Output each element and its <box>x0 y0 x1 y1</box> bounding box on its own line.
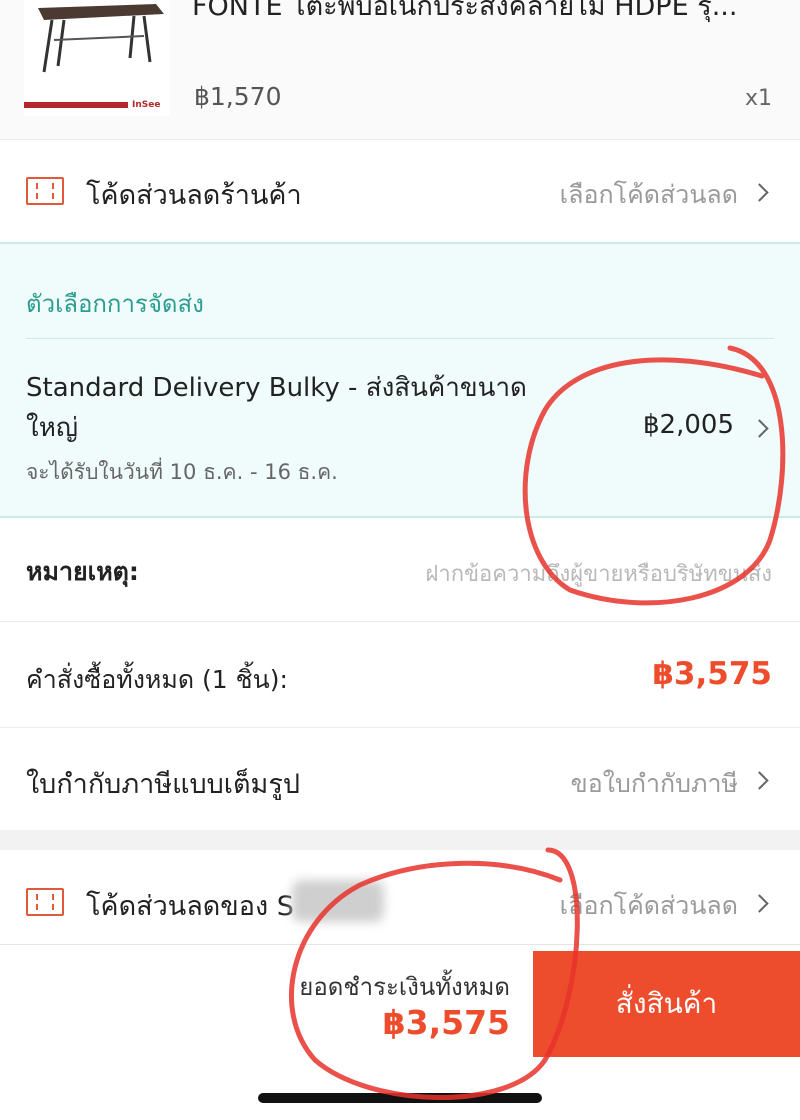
product-item[interactable]: InSee FONTE โต๊ะพับอเนกประสงค์ลายไม้ HDP… <box>0 0 800 140</box>
note-input[interactable]: ฝากข้อความถึงผู้ขายหรือบริษัทขนส่ง <box>425 556 772 591</box>
place-order-button[interactable]: สั่งสินค้า <box>533 951 800 1057</box>
delivery-options-section[interactable]: ตัวเลือกการจัดส่ง Standard Delivery Bulk… <box>0 242 800 518</box>
order-total-label: คำสั่งซื้อทั้งหมด (1 ชิ้น): <box>26 665 288 694</box>
brand-stripe <box>24 102 128 108</box>
chevron-right-icon <box>750 771 769 790</box>
tax-invoice-action[interactable]: ขอใบกำกับภาษี <box>571 764 738 804</box>
delivery-method-name: Standard Delivery Bulky - ส่งสินค้าขนาด … <box>26 368 586 448</box>
order-total-amount: ฿3,575 <box>652 656 772 692</box>
note-row[interactable]: หมายเหตุ: ฝากข้อความถึงผู้ขายหรือบริษัทข… <box>0 520 800 620</box>
chevron-right-icon[interactable] <box>750 419 769 438</box>
voucher-icon <box>26 888 64 916</box>
product-price: ฿1,570 <box>194 82 282 111</box>
brand-logo: InSee <box>132 100 161 110</box>
platform-voucher-row[interactable]: โค้ดส่วนลดของ S เลือกโค้ดส่วนลด <box>0 850 800 944</box>
folding-table-image <box>38 4 164 73</box>
chevron-right-icon <box>750 183 769 202</box>
note-label: หมายเหตุ: <box>26 557 139 586</box>
delivery-fee: ฿2,005 <box>643 410 734 440</box>
redacted-blur <box>292 880 384 922</box>
chevron-right-icon <box>750 894 769 913</box>
home-indicator <box>258 1093 542 1103</box>
platform-voucher-action[interactable]: เลือกโค้ดส่วนลด <box>560 886 738 926</box>
checkout-bar: ยอดชำระเงินทั้งหมด ฿3,575 สั่งสินค้า <box>0 944 800 1120</box>
delivery-options-header: ตัวเลือกการจัดส่ง <box>26 290 204 318</box>
delivery-method-line-2: ใหญ่ <box>26 413 78 443</box>
payment-total-label: ยอดชำระเงินทั้งหมด <box>299 973 510 1001</box>
shop-voucher-action[interactable]: เลือกโค้ดส่วนลด <box>560 175 738 215</box>
platform-voucher-label: โค้ดส่วนลดของ S <box>86 891 294 922</box>
divider <box>26 338 774 339</box>
delivery-method-line-1: Standard Delivery Bulky - ส่งสินค้าขนาด <box>26 373 527 403</box>
payment-total-amount: ฿3,575 <box>382 1003 510 1042</box>
product-thumbnail: InSee <box>24 0 170 116</box>
tax-invoice-row[interactable]: ใบกำกับภาษีแบบเต็มรูป ขอใบกำกับภาษี <box>0 728 800 830</box>
product-quantity: x1 <box>744 86 772 111</box>
voucher-icon <box>26 177 64 205</box>
shop-voucher-label: โค้ดส่วนลดร้านค้า <box>86 180 302 211</box>
shop-voucher-row[interactable]: โค้ดส่วนลดร้านค้า เลือกโค้ดส่วนลด <box>0 141 800 241</box>
order-total-row: คำสั่งซื้อทั้งหมด (1 ชิ้น): ฿3,575 <box>0 622 800 726</box>
section-gap <box>0 830 800 850</box>
delivery-eta: จะได้รับในวันที่ 10 ธ.ค. - 16 ธ.ค. <box>26 460 338 484</box>
tax-invoice-label: ใบกำกับภาษีแบบเต็มรูป <box>26 769 300 800</box>
product-title: FONTE โต๊ะพับอเนกประสงค์ลายไม้ HDPE รุ่.… <box>192 0 738 22</box>
